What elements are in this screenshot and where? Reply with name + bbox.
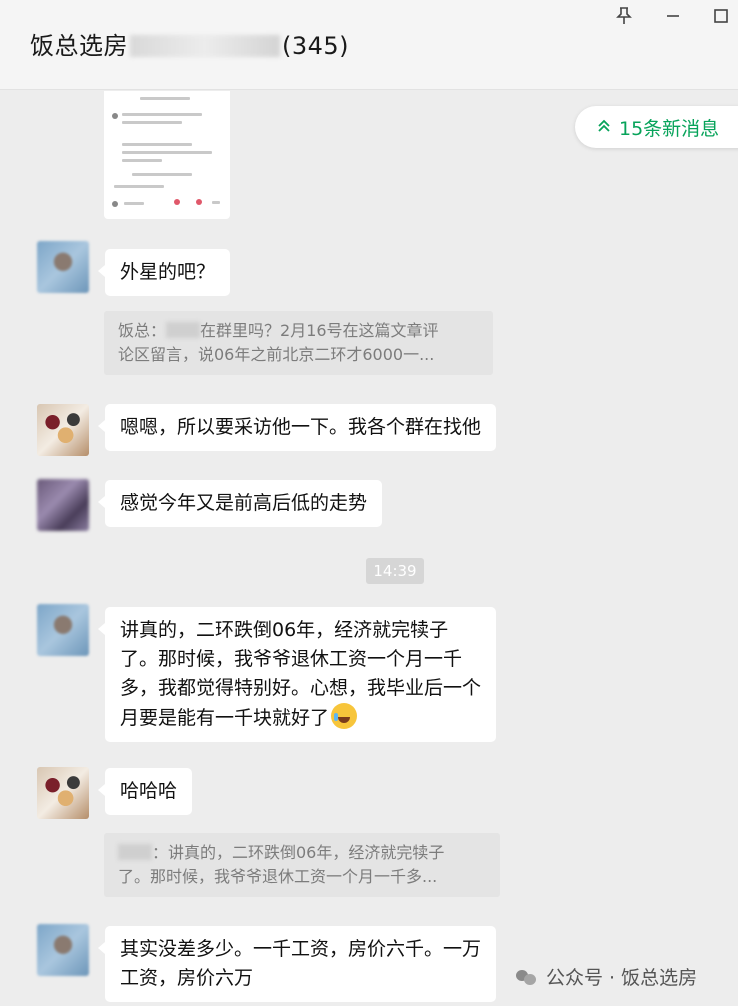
chat-title: 饭总选房 (345) [30, 26, 349, 61]
crying-laughing-emoji [331, 703, 358, 729]
quote-text-line2: 了。那时候，我爷爷退休工资一个月一千多... [118, 867, 438, 886]
avatar[interactable] [37, 604, 89, 656]
message-text-line: 月要是能有一千块就好了 [120, 707, 330, 729]
quoted-message[interactable]: ：讲真的，二环跌倒06年，经济就完犊子 了。那时候，我爷爷退休工资一个月一千多.… [104, 833, 500, 897]
new-messages-label: 15条新消息 [619, 117, 720, 140]
message-text: 外星的吧？ [120, 261, 216, 283]
message-text: 嗯嗯，所以要采访他一下。我各个群在找他 [120, 416, 482, 438]
message-bubble[interactable]: 嗯嗯，所以要采访他一下。我各个群在找他 [97, 404, 497, 451]
message-bubble[interactable]: 讲真的，二环跌倒06年，经济就完犊子 了。那时候，我爷爷退休工资一个月一千 多，… [97, 607, 497, 742]
double-chevron-up-icon [597, 119, 611, 136]
message-text: 哈哈哈 [120, 780, 178, 802]
wechat-official-account-icon [516, 968, 536, 986]
message-text-line: 多，我都觉得特别好。心想，我毕业后一个 [120, 677, 482, 699]
new-messages-button[interactable]: 15条新消息 [575, 106, 738, 148]
message-text: 感觉今年又是前高后低的走势 [120, 492, 368, 514]
message-bubble[interactable]: 外星的吧？ [97, 249, 231, 296]
message-text-line: 了。那时候，我爷爷退休工资一个月一千 [120, 648, 463, 670]
quote-sender: 饭总： [118, 321, 167, 340]
chat-area[interactable]: 15条新消息 外星的吧？ 饭总： 在群里吗？2月16号在这篇文章评 论区留言，说0… [0, 91, 738, 1006]
quote-text-line1: ：讲真的，二环跌倒06年，经济就完犊子 [152, 843, 445, 862]
member-count: (345) [282, 32, 350, 60]
message-bubble[interactable]: 感觉今年又是前高后低的走势 [97, 480, 383, 527]
redacted-name [118, 844, 152, 860]
chat-title-prefix: 饭总选房 [30, 32, 128, 60]
title-bar: 饭总选房 (345) [0, 0, 738, 90]
message-bubble[interactable]: 其实没差多少。一千工资，房价六千。一万 工资，房价六万 [97, 926, 497, 1002]
maximize-icon[interactable] [708, 4, 734, 28]
avatar[interactable] [37, 241, 89, 293]
message-text-line: 讲真的，二环跌倒06年，经济就完犊子 [120, 619, 449, 641]
quote-text-line1: 在群里吗？2月16号在这篇文章评 [200, 321, 439, 340]
quoted-message[interactable]: 饭总： 在群里吗？2月16号在这篇文章评 论区留言，说06年之前北京二环才6000… [104, 311, 493, 375]
timestamp: 14:39 [366, 558, 424, 584]
avatar[interactable] [37, 924, 89, 976]
message-text-line: 工资，房价六万 [120, 967, 254, 989]
pin-icon[interactable] [611, 4, 637, 28]
message-text-line: 其实没差多少。一千工资，房价六千。一万 [120, 938, 482, 960]
watermark-text: 公众号 · 饭总选房 [546, 967, 698, 989]
avatar[interactable] [37, 404, 89, 456]
title-redacted [130, 35, 280, 57]
avatar[interactable] [37, 479, 89, 531]
minimize-icon[interactable] [660, 4, 686, 28]
message-bubble[interactable]: 哈哈哈 [97, 768, 193, 815]
avatar[interactable] [37, 767, 89, 819]
screenshot-image-message[interactable] [104, 91, 230, 219]
watermark: 公众号 · 饭总选房 [516, 963, 697, 990]
redacted-name [166, 322, 201, 338]
quote-text-line2: 论区留言，说06年之前北京二环才6000一... [118, 345, 435, 364]
